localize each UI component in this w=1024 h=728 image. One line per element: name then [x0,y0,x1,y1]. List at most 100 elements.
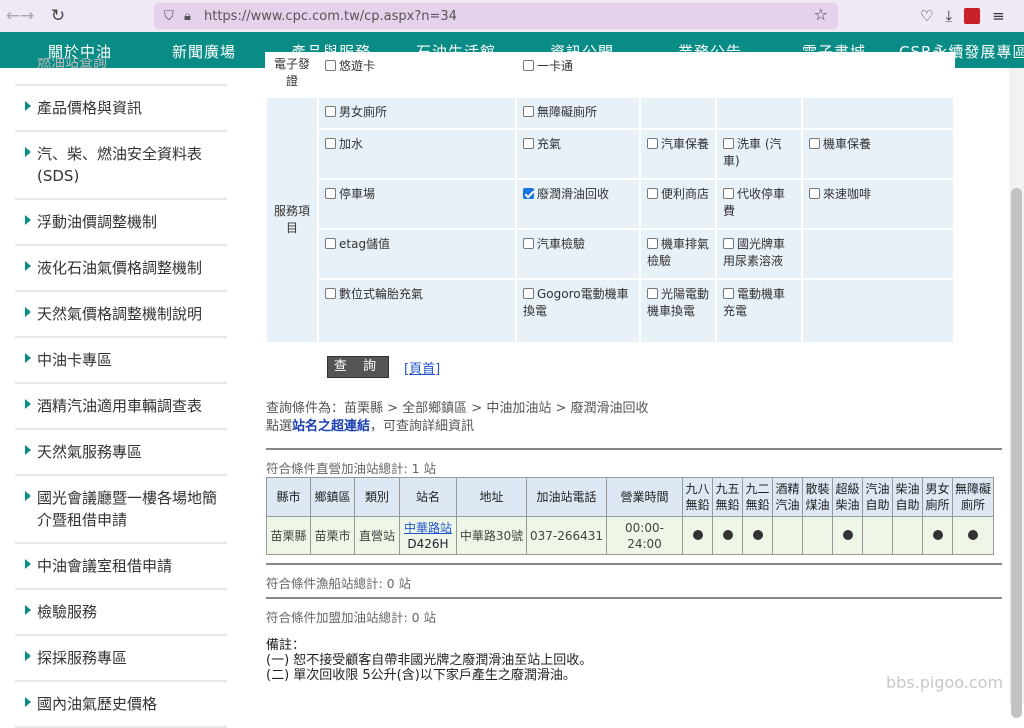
pocket-icon[interactable]: ♡ [920,7,933,25]
checkbox[interactable] [325,60,336,71]
reload-icon[interactable]: ↻ [45,3,71,29]
sidebar-item-label: 探採服務專區 [37,649,128,667]
hint-suffix: ，可查詢詳細資訊 [370,419,475,434]
sidebar-item-lpg-price[interactable]: 液化石油氣價格調整機制 [15,246,227,292]
condition-text: 查詢條件為：苗栗縣 > 全部鄉鎮區 > 中油加油站 > 廢潤滑油回收 [266,401,649,416]
notes: 備註： (一) 恕不接受顧客自帶非國光牌之廢潤滑油至站上回收。 (二) 單次回收… [266,638,592,683]
option-label: 無障礙廁所 [537,105,598,119]
checkbox[interactable] [523,238,534,249]
browser-toolbar: ← → ↻ ⛉ 🔒︎ ☆ ♡ ⤓ ≡ [0,0,1024,32]
checkbox-checked[interactable] [523,188,534,199]
divider [266,448,1002,450]
sidebar-item-label: 天然氣服務專區 [37,443,143,461]
query-button[interactable]: 查 詢 [327,356,389,378]
sidebar-item-sds[interactable]: 汽、柴、燃油安全資料表(SDS) [15,132,227,200]
option-cell: 電動機車充電 [715,278,803,344]
option-cell: 來速咖啡 [801,178,955,230]
page-top-link[interactable]: [頁首] [404,358,440,377]
checkbox[interactable] [647,138,658,149]
sidebar-item-cut[interactable]: 燃油站查詢 [15,58,227,86]
sidebar-item-history-price[interactable]: 國內油氣歷史價格 [15,682,227,728]
sidebar-item-ethanol[interactable]: 酒精汽油適用車輛調查表 [15,384,227,430]
sidebar-item-label: 中油卡專區 [37,351,113,369]
checkbox[interactable] [325,106,336,117]
sidebar-menu: 產品價格與資訊 汽、柴、燃油安全資料表(SDS) 浮動油價調整機制 液化石油氣價… [15,86,227,728]
sidebar-item-exploration[interactable]: 探採服務專區 [15,636,227,682]
checkbox[interactable] [325,188,336,199]
download-icon[interactable]: ⤓ [945,7,952,25]
arrow-icon [25,445,31,455]
cert-header: 電子發證 [265,52,319,98]
sidebar-item-cpc-card[interactable]: 中油卡專區 [15,338,227,384]
sidebar-item-label: 浮動油價調整機制 [37,213,158,231]
option-cell: 無障礙廁所 [515,96,641,130]
arrow-icon [25,697,31,707]
lock-icon[interactable]: 🔒︎ [184,9,204,24]
empty-cell [801,278,955,344]
arrow-icon [25,147,31,157]
extension-icon[interactable] [964,8,981,24]
checkbox[interactable] [809,138,820,149]
checkbox[interactable] [325,238,336,249]
address-bar[interactable]: ⛉ 🔒︎ ☆ [154,3,838,29]
option-label: 悠遊卡 [339,59,376,73]
checkbox[interactable] [325,288,336,299]
available-dot-icon [842,529,853,540]
arrow-icon [25,559,31,569]
sidebar-item-prices[interactable]: 產品價格與資訊 [15,86,227,132]
district-cell: 苗栗市 [310,516,355,555]
sidebar-item-gas-price[interactable]: 天然氣價格調整機制說明 [15,292,227,338]
col-header: 站名 [399,477,457,517]
service-filter-table: 電子發證 悠遊卡 一卡通 服務項目 男女廁所 無障礙廁所 加水 充氣 汽車保養 … [265,52,955,344]
option-label: etag儲值 [339,237,391,251]
sidebar-item-label: 液化石油氣價格調整機制 [37,259,203,277]
option-cell: 廢潤滑油回收 [515,178,641,230]
county-cell: 苗栗縣 [266,516,311,555]
hint-text: 點選站名之超連結，可查詢詳細資訊 [266,418,648,436]
checkbox[interactable] [523,106,534,117]
sidebar-item-venue[interactable]: 國光會議廳暨一樓各場地簡介暨租借申請 [15,476,227,544]
service-cell [682,516,713,555]
checkbox[interactable] [325,138,336,149]
col-header: 縣市 [266,477,311,517]
service-cell [832,516,863,555]
checkbox[interactable] [523,138,534,149]
station-name-link[interactable]: 中華路站 [404,521,452,535]
checkbox[interactable] [647,288,658,299]
franchise-station-count: 符合條件加盟加油站總計: 0 站 [266,610,437,625]
service-cell [742,516,773,555]
checkbox[interactable] [647,188,658,199]
scrollbar-thumb[interactable] [1011,188,1022,718]
sidebar-item-natural-gas[interactable]: 天然氣服務專區 [15,430,227,476]
col-header: 九二無鉛 [742,477,773,517]
checkbox[interactable] [647,238,658,249]
arrow-icon [25,399,31,409]
available-dot-icon [968,529,978,540]
checkbox[interactable] [723,138,734,149]
option-cell: 代收停車費 [715,178,803,230]
forward-icon[interactable]: → [14,3,40,29]
sidebar-item-meeting-room[interactable]: 中油會議室租借申請 [15,544,227,590]
sidebar-item-floating-price[interactable]: 浮動油價調整機制 [15,200,227,246]
checkbox[interactable] [723,188,734,199]
page-scrollbar[interactable] [1009,68,1024,718]
checkbox[interactable] [523,60,534,71]
shield-icon[interactable]: ⛉ [164,9,184,24]
divider [266,563,1002,565]
service-cell [952,516,994,555]
checkbox[interactable] [523,288,534,299]
notes-title: 備註： [266,638,306,653]
menu-icon[interactable]: ≡ [992,7,1005,25]
col-header: 散裝煤油 [802,477,833,517]
checkbox[interactable] [723,288,734,299]
sidebar-item-inspection[interactable]: 檢驗服務 [15,590,227,636]
col-header: 男女廁所 [922,477,953,517]
option-cell: 加水 [317,128,517,180]
checkbox[interactable] [809,188,820,199]
url-input[interactable] [204,8,764,24]
service-cell [712,516,743,555]
bookmark-star-icon[interactable]: ☆ [814,5,828,24]
sidebar-item-label: 天然氣價格調整機制說明 [37,305,203,323]
col-header: 地址 [456,477,527,517]
checkbox[interactable] [723,238,734,249]
